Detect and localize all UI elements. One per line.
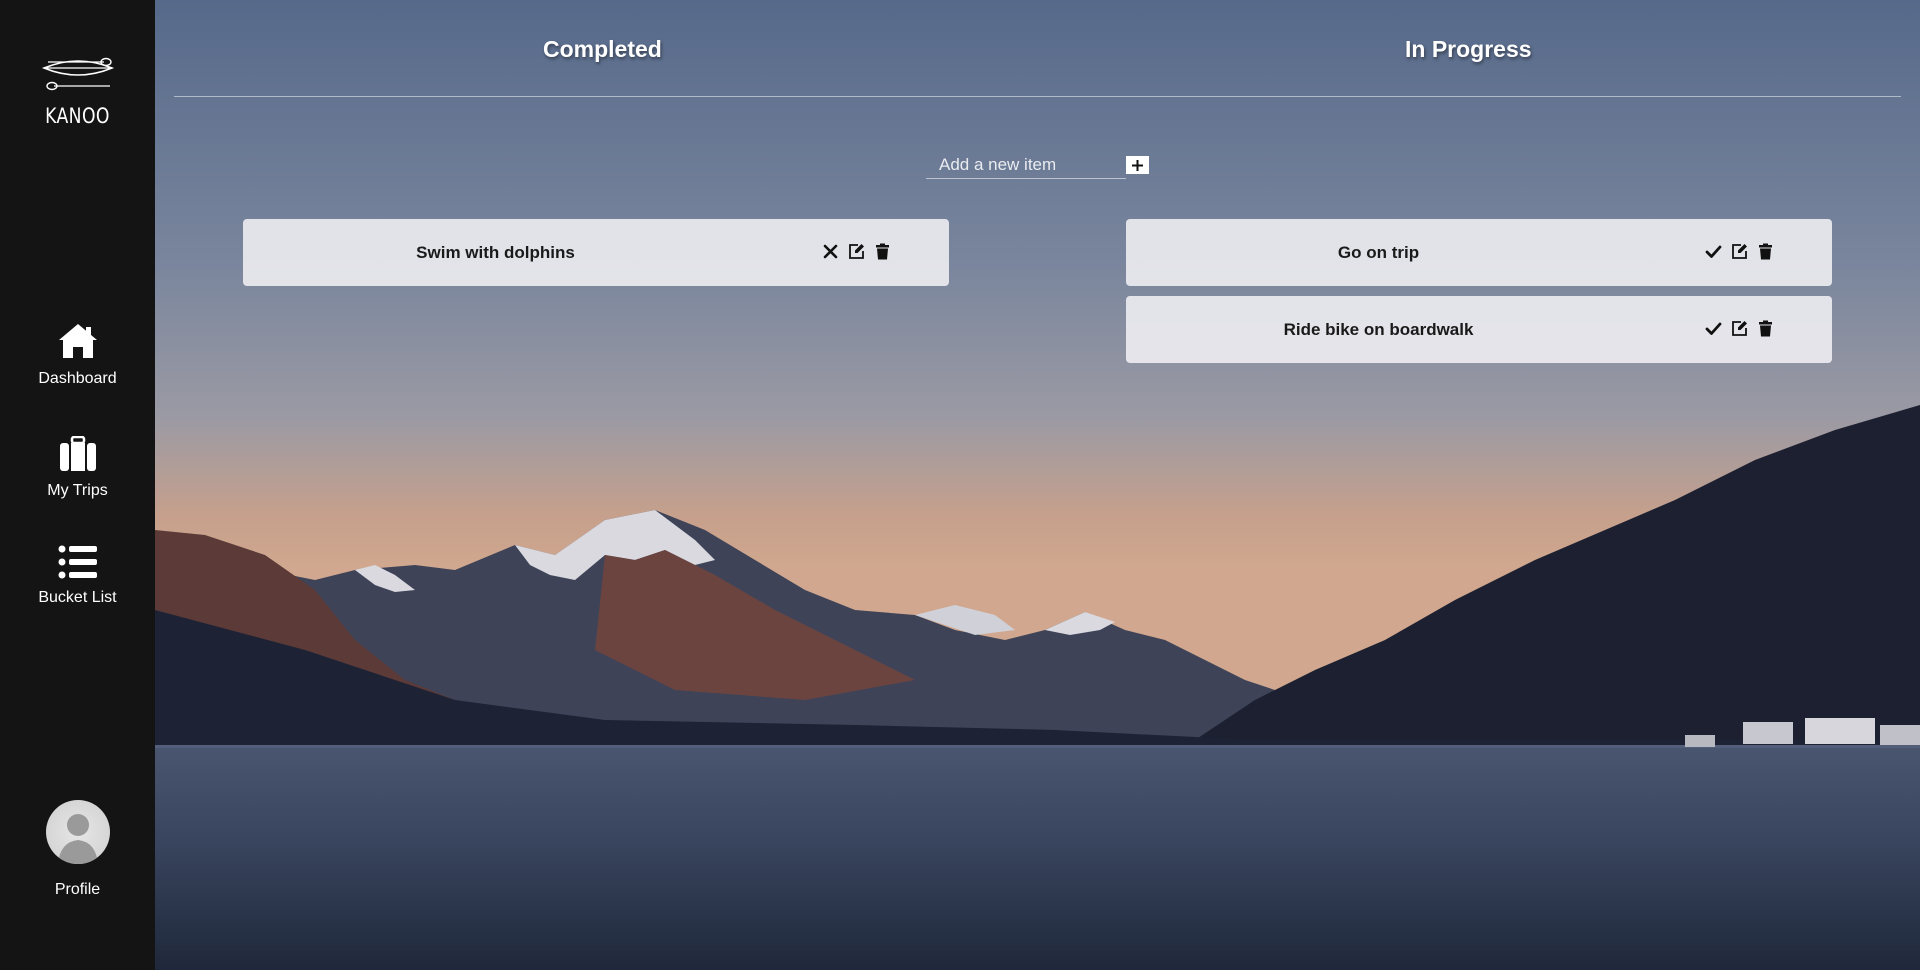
logo-text: KANOO xyxy=(45,104,110,128)
background-landscape-image xyxy=(155,0,1920,970)
suitcase-icon xyxy=(59,436,96,471)
in-progress-item-card: Go on trip xyxy=(1126,219,1832,286)
plus-icon xyxy=(1132,159,1143,171)
trash-icon[interactable] xyxy=(1757,243,1774,260)
sidebar-item-label: Bucket List xyxy=(38,589,117,606)
check-icon[interactable] xyxy=(1705,243,1722,260)
completed-item-card: Swim with dolphins xyxy=(243,219,949,286)
close-icon[interactable] xyxy=(822,243,839,260)
avatar xyxy=(45,800,110,864)
sidebar-item-label: My Trips xyxy=(47,482,108,499)
sidebar-item-profile[interactable]: Profile xyxy=(0,800,155,899)
sidebar-item-my-trips[interactable]: My Trips xyxy=(0,436,155,500)
edit-icon[interactable] xyxy=(1731,243,1748,260)
app-logo[interactable]: KANOO xyxy=(0,46,155,128)
sidebar: KANOO Dashboard My Trips Bucket List Pro… xyxy=(0,0,155,970)
header-divider xyxy=(174,96,1901,97)
check-icon[interactable] xyxy=(1705,320,1722,337)
completed-column-title: Completed xyxy=(543,36,662,62)
in-progress-item-card: Ride bike on boardwalk xyxy=(1126,296,1832,363)
edit-icon[interactable] xyxy=(1731,320,1748,337)
bucket-list-board: Completed In Progress xyxy=(155,0,1920,970)
list-icon xyxy=(58,545,97,579)
item-text: Ride bike on boardwalk xyxy=(1283,319,1474,339)
item-actions xyxy=(822,243,891,260)
home-icon xyxy=(58,324,97,358)
edit-icon[interactable] xyxy=(848,243,865,260)
add-item-button[interactable] xyxy=(1126,156,1149,174)
trash-icon[interactable] xyxy=(874,243,891,260)
kayak-logo-icon xyxy=(41,57,114,91)
in-progress-column-title: In Progress xyxy=(1405,36,1532,62)
item-actions xyxy=(1705,320,1774,337)
new-item-input[interactable] xyxy=(926,152,1126,179)
item-text: Swim with dolphins xyxy=(416,242,575,262)
sidebar-item-bucket-list[interactable]: Bucket List xyxy=(0,545,155,607)
item-text: Go on trip xyxy=(1337,242,1420,262)
sidebar-item-label: Dashboard xyxy=(38,370,117,387)
trash-icon[interactable] xyxy=(1757,320,1774,337)
item-actions xyxy=(1705,243,1774,260)
sidebar-item-label: Profile xyxy=(54,881,101,898)
sidebar-item-dashboard[interactable]: Dashboard xyxy=(0,322,155,388)
